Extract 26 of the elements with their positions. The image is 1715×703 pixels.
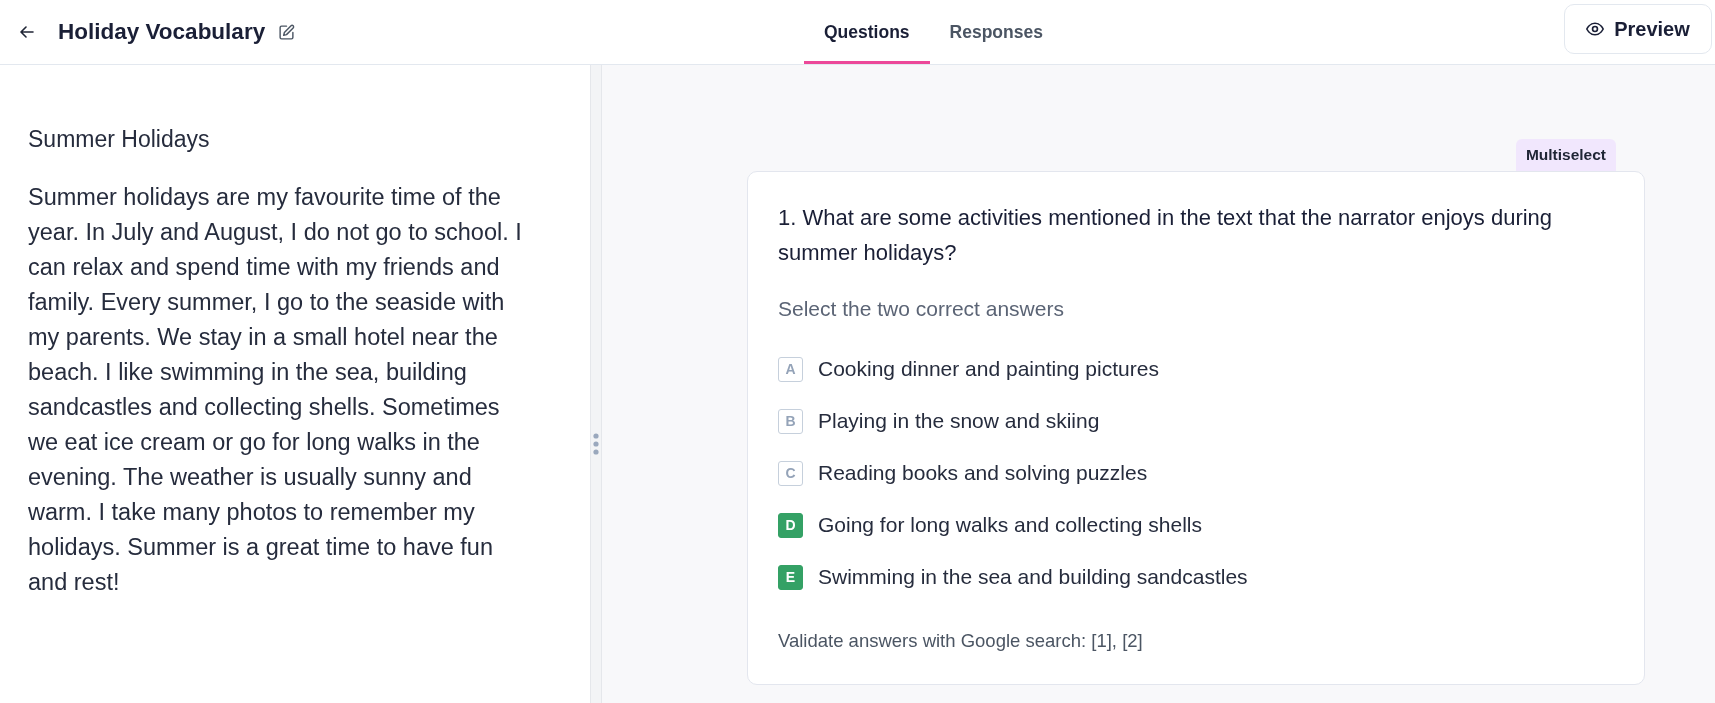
option-letter: E	[778, 564, 803, 590]
passage-title: Summer Holidays	[28, 125, 211, 154]
option-text: Playing in the snow and skiing	[818, 409, 1100, 433]
question-prompt: 1. What are some activities mentioned in the text that the narrator enjoys during summer holidays?	[778, 204, 1554, 267]
passage-text: Summer holidays are my favourite time of the year. In July and August, I do not go to school. I can relax and spend time with my friends and family. Every summer, I go to the seaside with my parents. We stay in a small hotel near the beach. I like swimming in the sea, building sandcastles and collecting shells. Sometimes we eat ice cream or go for long walks in the evening. The weather is usually sunny and warm. I take many photos to remember my holidays. Summer is a great time to have fun and rest!	[28, 183, 523, 597]
option-text: Cooking dinner and painting pictures	[818, 357, 1159, 381]
edit-title-button[interactable]	[277, 22, 297, 42]
edit-icon	[278, 23, 296, 41]
option-letter: B	[778, 408, 803, 434]
page-title: Holiday Vocabulary	[58, 19, 266, 45]
option-text: Reading books and solving puzzles	[818, 461, 1148, 485]
preview-button[interactable]: Preview	[1564, 4, 1712, 54]
question-instruction: Select the two correct answers	[778, 296, 1065, 322]
option-text: Going for long walks and collecting shells	[818, 513, 1203, 537]
resize-handle[interactable]	[593, 433, 599, 455]
option-text: Swimming in the sea and building sandcastles	[818, 565, 1248, 589]
option-letter: A	[778, 356, 803, 382]
back-arrow-icon	[20, 26, 34, 38]
question-type-badge: Multiselect	[1515, 139, 1616, 171]
option-letter: C	[778, 460, 803, 486]
tab[interactable]: Responses	[929, 0, 1063, 64]
option-letter: D	[778, 512, 803, 538]
back-button[interactable]	[18, 23, 36, 41]
sources-note: Validate answers with Google search: [1], [2]	[778, 630, 1144, 652]
eye-icon	[1586, 22, 1605, 36]
grip-dots-icon	[593, 433, 599, 455]
